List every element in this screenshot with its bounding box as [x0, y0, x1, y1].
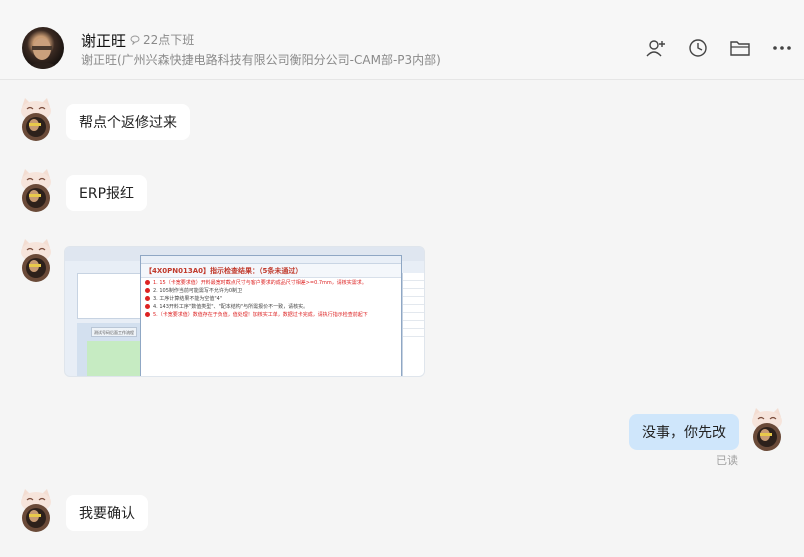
- dialog-line: 5.（卡宽要求值）数值存在于负值，值处理！加核实工单，数据过卡完成，请执行指示检…: [141, 310, 401, 318]
- error-dot-icon: [145, 287, 150, 293]
- add-member-icon: [646, 40, 665, 57]
- screenshot-dialog: 【4X0PN013A0】指示检查结果：（5条未通过） 1. 15（卡宽要求值）开…: [140, 255, 402, 376]
- screenshot-tab: 测试号码后面工作流程: [91, 327, 137, 337]
- screenshot-grid: [77, 273, 141, 319]
- dialog-line: 3. 工序计算结果不能为空值"4": [141, 294, 401, 302]
- folder-icon: [730, 41, 750, 56]
- contact-subtitle: 谢正旺(广州兴森快捷电路科技有限公司衡阳分公司-CAM部-P3内部): [81, 53, 441, 67]
- files-button[interactable]: [726, 35, 754, 61]
- status-badge: 22点下班: [130, 31, 194, 48]
- header-actions: [642, 35, 796, 61]
- dialog-heading: 【4X0PN013A0】指示检查结果：（5条未通过）: [141, 264, 401, 278]
- screenshot-right-grid: [402, 273, 424, 376]
- status-text: 22点下班: [143, 33, 195, 47]
- message-bubble[interactable]: ERP报红: [66, 175, 148, 211]
- dialog-titlebar: [141, 256, 401, 264]
- screenshot-tab-label: 测试号码后面工作流程: [94, 330, 134, 335]
- message-text: 帮点个返修过来: [79, 115, 177, 131]
- dialog-line: 1. 15（卡宽要求值）开料最宽时截点尺寸与客户要求的成品尺寸相差>=0.7mm…: [141, 278, 401, 286]
- image-message[interactable]: 测试号码后面工作流程 【4X0PN013A0】指示检查结果：（5条未通过） 1.…: [64, 246, 425, 377]
- contact-avatar-cat[interactable]: [17, 168, 55, 212]
- contact-avatar-cat[interactable]: [17, 488, 55, 532]
- history-clock-icon: [689, 39, 707, 57]
- error-dot-icon: [145, 303, 150, 309]
- error-dot-icon: [145, 311, 150, 317]
- error-dot-icon: [145, 295, 150, 301]
- contact-avatar-cat[interactable]: [17, 97, 55, 141]
- dialog-line: 2. 105制作当前可能需写不允许为0制卫: [141, 286, 401, 294]
- screenshot-panel: 测试号码后面工作流程: [77, 323, 141, 376]
- dialog-line-text: 5.（卡宽要求值）数值存在于负值，值处理！加核实工单，数据过卡完成，请执行指示检…: [153, 311, 368, 318]
- error-dot-icon: [145, 279, 150, 285]
- dialog-line-text: 4. 143开料工序"数值类型"、"配本结构"与所需报价不一致，请核实。: [153, 303, 309, 310]
- message-bubble[interactable]: 我要确认: [66, 495, 148, 531]
- dialog-line: 4. 143开料工序"数值类型"、"配本结构"与所需报价不一致，请核实。: [141, 302, 401, 310]
- history-button[interactable]: [684, 35, 712, 61]
- dialog-line-text: 3. 工序计算结果不能为空值"4": [153, 295, 223, 302]
- dialog-line-text: 2. 105制作当前可能需写不允许为0制卫: [153, 287, 243, 294]
- avatar-photo-icon: [26, 38, 60, 69]
- message-text: 没事，你先改: [642, 425, 726, 441]
- contact-avatar-cat[interactable]: [17, 238, 55, 282]
- speech-bubble-icon: [130, 35, 140, 45]
- chat-header: 谢正旺 22点下班 谢正旺(广州兴森快捷电路科技有限公司衡阳分公司-CAM部-P…: [0, 0, 804, 80]
- more-icon: [773, 46, 791, 50]
- contact-avatar[interactable]: [22, 27, 64, 69]
- message-bubble[interactable]: 帮点个返修过来: [66, 104, 190, 140]
- dialog-line-text: 1. 15（卡宽要求值）开料最宽时截点尺寸与客户要求的成品尺寸相差>=0.7mm…: [153, 279, 367, 286]
- contact-name: 谢正旺: [81, 32, 127, 50]
- my-avatar-cat[interactable]: [748, 407, 786, 451]
- my-message-bubble[interactable]: 没事，你先改: [629, 414, 739, 450]
- screenshot-green-area: [87, 341, 141, 376]
- more-button[interactable]: [768, 35, 796, 61]
- read-receipt: 已读: [716, 454, 738, 467]
- message-text: 我要确认: [79, 506, 135, 522]
- add-member-button[interactable]: [642, 35, 670, 61]
- message-text: ERP报红: [79, 186, 135, 202]
